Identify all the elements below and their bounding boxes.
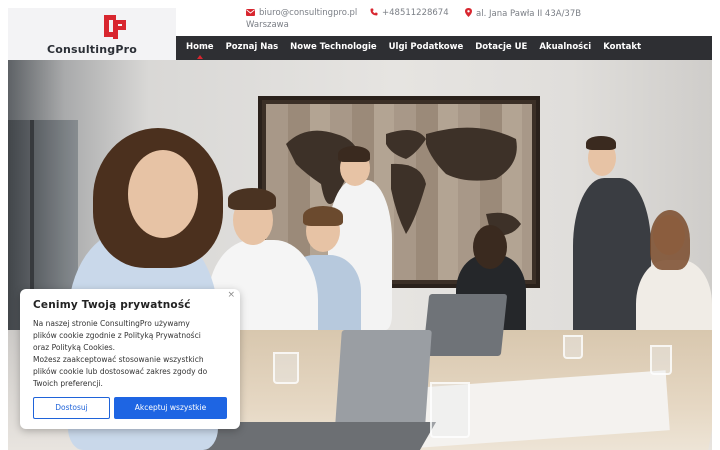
- main-nav: Home Poznaj Nas Nowe Technologie Ulgi Po…: [176, 36, 712, 60]
- contact-email[interactable]: biuro@consultingpro.pl: [246, 8, 357, 18]
- cp-logo-icon: [104, 15, 126, 39]
- nav-item-aktualnosci[interactable]: Akualności: [533, 36, 597, 60]
- envelope-icon: [246, 9, 255, 16]
- contact-address[interactable]: al. Jana Pawła II 43A/37B: [465, 8, 581, 19]
- phone-icon: [370, 8, 378, 16]
- water-glass: [650, 345, 672, 375]
- cookie-text: Na naszej stronie ConsultingPro używamy …: [33, 319, 208, 388]
- customize-button[interactable]: Dostosuj: [33, 397, 110, 419]
- nav-item-nowe-technologie[interactable]: Nowe Technologie: [284, 36, 382, 60]
- logo-text: ConsultingPro: [47, 43, 137, 56]
- logo[interactable]: ConsultingPro: [8, 8, 176, 60]
- water-glass: [273, 352, 299, 384]
- cookie-title: Cenimy Twoją prywatność: [33, 299, 191, 311]
- water-glass: [563, 335, 583, 359]
- nav-item-dotacje-ue[interactable]: Dotacje UE: [469, 36, 533, 60]
- contact-email-text: biuro@consultingpro.pl: [259, 8, 358, 18]
- contact-phone[interactable]: +48511228674: [370, 8, 449, 18]
- nav-item-poznaj-nas[interactable]: Poznaj Nas: [220, 36, 285, 60]
- contact-phone-text: +48511228674: [382, 8, 449, 18]
- nav-item-ulgi-podatkowe[interactable]: Ulgi Podatkowe: [383, 36, 470, 60]
- contact-city: Warszawa: [246, 20, 289, 30]
- close-icon[interactable]: ×: [227, 290, 235, 300]
- water-glass: [430, 382, 470, 438]
- laptop: [422, 294, 508, 356]
- cookie-consent-dialog: × Cenimy Twoją prywatność Na naszej stro…: [20, 289, 240, 429]
- nav-item-home[interactable]: Home: [180, 36, 220, 60]
- map-pin-icon: [465, 8, 472, 17]
- accept-all-button[interactable]: Akceptuj wszystkie: [114, 397, 227, 419]
- contact-address-text: al. Jana Pawła II 43A/37B: [476, 9, 582, 19]
- nav-item-kontakt[interactable]: Kontakt: [597, 36, 647, 60]
